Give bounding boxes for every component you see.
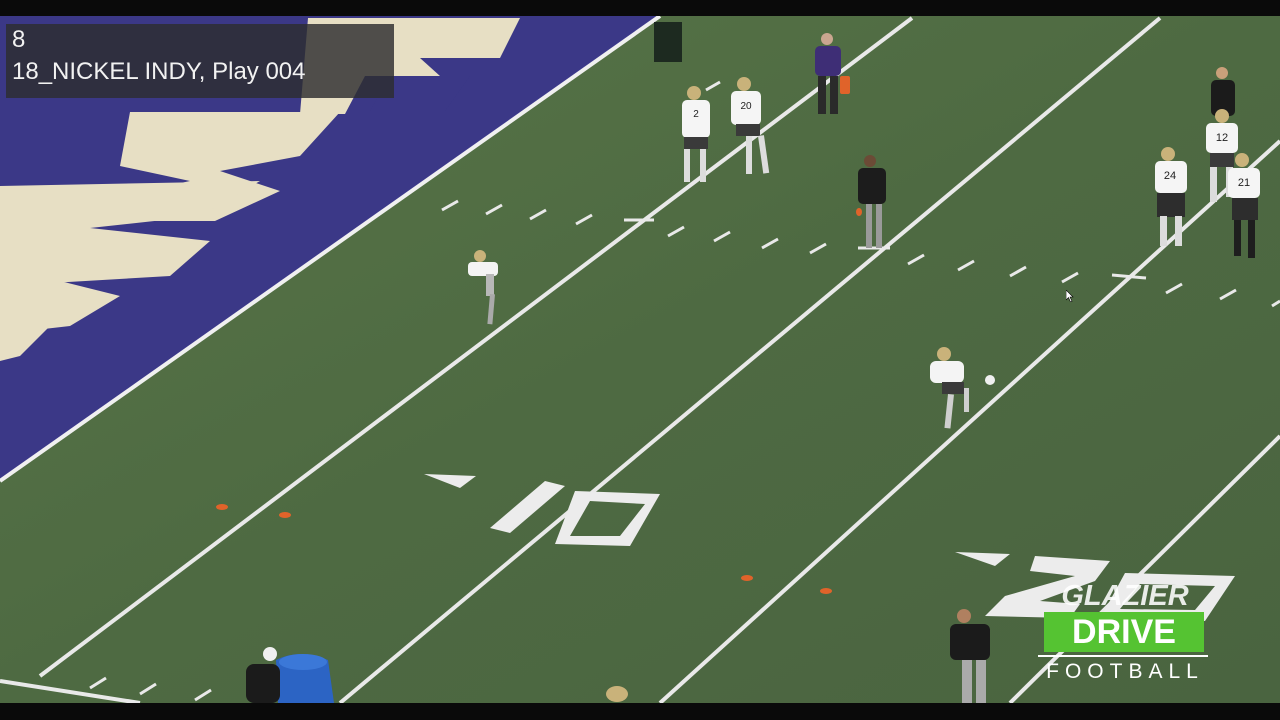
play-label: 18_NICKEL INDY, Play 004 xyxy=(12,58,306,85)
svg-text:20: 20 xyxy=(740,101,752,112)
svg-text:21: 21 xyxy=(1238,177,1250,189)
logo-glazier-text: GLAZIER xyxy=(1061,580,1189,612)
logo-divider xyxy=(1038,655,1208,657)
logo-drive-text: DRIVE xyxy=(1044,612,1204,652)
letterbox-top xyxy=(0,0,1280,16)
letterbox-bottom xyxy=(0,703,1280,720)
helmet-bottom xyxy=(606,686,628,702)
svg-text:2: 2 xyxy=(693,109,699,120)
logo-football-text: FOOTBALL xyxy=(1046,660,1204,683)
svg-text:24: 24 xyxy=(1164,170,1176,182)
scoreboard-block xyxy=(654,22,682,62)
glazier-drive-logo: GLAZIER DRIVE FOOTBALL xyxy=(1036,580,1214,690)
svg-text:12: 12 xyxy=(1216,132,1228,144)
tackling-dummy xyxy=(276,654,334,703)
clip-number: 8 xyxy=(12,26,26,53)
mouse-pointer-icon xyxy=(1066,290,1074,302)
